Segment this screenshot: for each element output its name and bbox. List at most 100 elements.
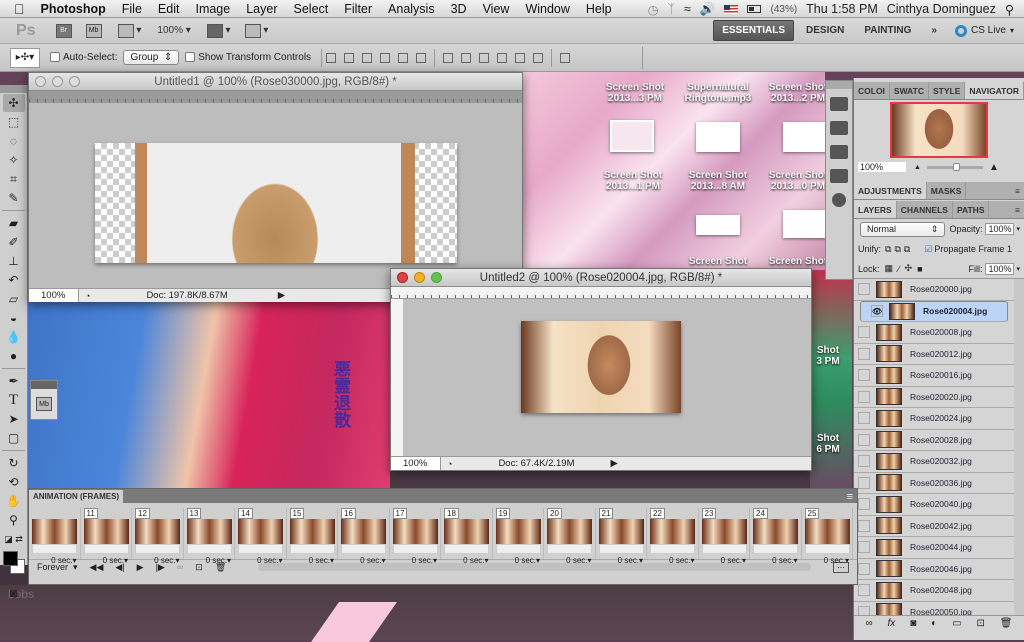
eyedropper-tool-icon[interactable]: ✎ bbox=[3, 189, 25, 207]
frame-delay-dropdown[interactable]: 0 sec.▾ bbox=[669, 556, 694, 565]
layer-row[interactable]: Rose020028.jpg bbox=[854, 430, 1014, 452]
desktop-file-thumbnail[interactable] bbox=[783, 122, 827, 152]
tab-styles[interactable]: STYLE bbox=[929, 82, 965, 99]
desktop-icon-label[interactable]: Screen Shot2013...3 PM bbox=[595, 82, 675, 104]
new-layer-icon[interactable]: ⊡ bbox=[976, 618, 984, 629]
layer-visibility-icon[interactable]: 👁 bbox=[871, 305, 883, 317]
navigator-zoom-field[interactable]: 100% bbox=[858, 162, 906, 172]
animation-frame[interactable]: 230 sec.▾ bbox=[699, 508, 751, 559]
layer-visibility-icon[interactable] bbox=[858, 606, 870, 615]
workspace-design-button[interactable]: DESIGN bbox=[798, 21, 852, 40]
layer-visibility-icon[interactable] bbox=[858, 348, 870, 360]
view-extras-dropdown[interactable]: ▾ bbox=[118, 22, 142, 40]
status-menu-arrow-icon[interactable]: ▶ bbox=[278, 290, 285, 301]
cs-live-button[interactable]: CS Live bbox=[971, 25, 1006, 36]
tab-navigator[interactable]: NAVIGATOR bbox=[965, 82, 1024, 99]
layer-visibility-icon[interactable] bbox=[858, 283, 870, 295]
hand-tool-icon[interactable]: ✋ bbox=[3, 492, 25, 510]
layer-row[interactable]: Rose020048.jpg bbox=[854, 580, 1014, 602]
fill-slider-arrow-icon[interactable]: ▾ bbox=[1016, 265, 1020, 273]
horizontal-ruler[interactable] bbox=[29, 91, 522, 103]
quick-mask-icon[interactable]: ◙ bbox=[3, 584, 25, 602]
desktop-icon-label[interactable]: Shot3 PM bbox=[808, 345, 848, 367]
time-machine-icon[interactable]: ◷ bbox=[648, 2, 659, 17]
more-workspaces-button[interactable]: » bbox=[923, 21, 945, 40]
menu-3d[interactable]: 3D bbox=[443, 2, 475, 16]
frame-delay-dropdown[interactable]: 0 sec.▾ bbox=[412, 556, 437, 565]
unify-position-icon[interactable]: ⧉ bbox=[885, 244, 891, 255]
align-top-edges-icon[interactable] bbox=[326, 53, 336, 63]
launch-mini-bridge-button[interactable]: Mb bbox=[86, 22, 102, 40]
link-layers-icon[interactable]: ∞ bbox=[865, 618, 872, 629]
spotlight-search-icon[interactable]: ⚲ bbox=[1005, 2, 1014, 17]
menu-edit[interactable]: Edit bbox=[150, 2, 188, 16]
layer-visibility-icon[interactable] bbox=[858, 498, 870, 510]
desktop-icon-label[interactable]: Shot6 PM bbox=[808, 433, 848, 455]
propagate-frame-checkbox[interactable]: ☑ bbox=[924, 244, 932, 255]
color-swatches[interactable] bbox=[0, 549, 27, 583]
layer-row[interactable]: Rose020040.jpg bbox=[854, 494, 1014, 516]
menu-image[interactable]: Image bbox=[187, 2, 238, 16]
animation-frame[interactable]: 180 sec.▾ bbox=[441, 508, 493, 559]
distribute-top-icon[interactable] bbox=[443, 53, 453, 63]
history-brush-tool-icon[interactable]: ↶ bbox=[3, 271, 25, 289]
new-adjustment-layer-icon[interactable]: ◐ bbox=[931, 618, 937, 629]
desktop-file-thumbnail[interactable] bbox=[783, 210, 827, 238]
menu-analysis[interactable]: Analysis bbox=[380, 2, 443, 16]
pen-tool-icon[interactable]: ✒ bbox=[3, 372, 25, 390]
screen-mode-dropdown[interactable]: ▾ bbox=[245, 22, 269, 40]
dodge-tool-icon[interactable]: ● bbox=[3, 347, 25, 365]
layer-visibility-icon[interactable] bbox=[858, 520, 870, 532]
document2-canvas[interactable] bbox=[521, 321, 681, 413]
desktop-icon-label[interactable]: Screen Shot2013...0 PM bbox=[768, 170, 828, 192]
zoom-tool-icon[interactable]: ⚲ bbox=[3, 511, 25, 529]
layer-row[interactable]: Rose020016.jpg bbox=[854, 365, 1014, 387]
menu-layer[interactable]: Layer bbox=[238, 2, 285, 16]
layer-row[interactable]: Rose020044.jpg bbox=[854, 537, 1014, 559]
animation-frame[interactable]: 210 sec.▾ bbox=[596, 508, 648, 559]
play-button[interactable]: ▶ bbox=[137, 562, 144, 573]
first-frame-button[interactable]: ◀◀ bbox=[90, 562, 104, 573]
panel-menu-icon[interactable]: ≡ bbox=[1011, 201, 1024, 218]
foreground-color-swatch[interactable] bbox=[3, 551, 18, 566]
animation-frame[interactable]: 130 sec.▾ bbox=[184, 508, 236, 559]
frame-delay-dropdown[interactable]: 0 sec.▾ bbox=[772, 556, 797, 565]
frame-delay-dropdown[interactable]: 0 sec.▾ bbox=[257, 556, 282, 565]
close-button[interactable] bbox=[35, 76, 46, 87]
tab-masks[interactable]: MASKS bbox=[927, 182, 967, 199]
quick-selection-tool-icon[interactable]: ✧ bbox=[3, 151, 25, 169]
layer-style-icon[interactable]: fx bbox=[888, 618, 896, 629]
desktop-icon-label[interactable]: Screen Shot bbox=[678, 256, 758, 267]
layer-row[interactable]: Rose020020.jpg bbox=[854, 387, 1014, 409]
tab-adjustments[interactable]: ADJUSTMENTS bbox=[854, 182, 927, 199]
zoom-button[interactable] bbox=[431, 272, 442, 283]
show-transform-checkbox[interactable] bbox=[185, 52, 198, 63]
layer-visibility-icon[interactable] bbox=[858, 434, 870, 446]
battery-icon[interactable] bbox=[747, 5, 761, 13]
minimize-button[interactable] bbox=[52, 76, 63, 87]
lock-position-icon[interactable]: ✣ bbox=[905, 263, 913, 274]
animation-frame[interactable]: 0 sec.▾ bbox=[29, 508, 81, 559]
distribute-vcenter-icon[interactable] bbox=[461, 53, 471, 63]
3d-rotate-tool-icon[interactable]: ↻ bbox=[3, 454, 25, 472]
healing-brush-tool-icon[interactable]: ▰ bbox=[3, 214, 25, 232]
tab-animation-frames[interactable]: ANIMATION (FRAMES) bbox=[29, 490, 123, 503]
document2-canvas-area[interactable] bbox=[391, 299, 811, 456]
info-panel-icon[interactable] bbox=[832, 193, 846, 207]
animation-frame[interactable]: 150 sec.▾ bbox=[287, 508, 339, 559]
align-right-edges-icon[interactable] bbox=[416, 53, 426, 63]
animation-frame[interactable]: 170 sec.▾ bbox=[390, 508, 442, 559]
panel-menu-icon[interactable]: ≡ bbox=[1011, 182, 1024, 199]
distribute-right-icon[interactable] bbox=[533, 53, 543, 63]
tab-channels[interactable]: CHANNELS bbox=[897, 201, 953, 218]
tab-layers[interactable]: LAYERS bbox=[854, 201, 897, 218]
navigator-view-box[interactable] bbox=[890, 102, 988, 158]
align-vertical-centers-icon[interactable] bbox=[344, 53, 354, 63]
layer-visibility-icon[interactable] bbox=[858, 326, 870, 338]
layer-visibility-icon[interactable] bbox=[858, 563, 870, 575]
histogram-panel-icon[interactable] bbox=[830, 97, 848, 111]
animation-frame[interactable]: 250 sec.▾ bbox=[802, 508, 854, 559]
menu-window[interactable]: Window bbox=[517, 2, 577, 16]
frame-delay-dropdown[interactable]: 0 sec.▾ bbox=[515, 556, 540, 565]
apple-menu-icon[interactable]:  bbox=[0, 1, 33, 17]
